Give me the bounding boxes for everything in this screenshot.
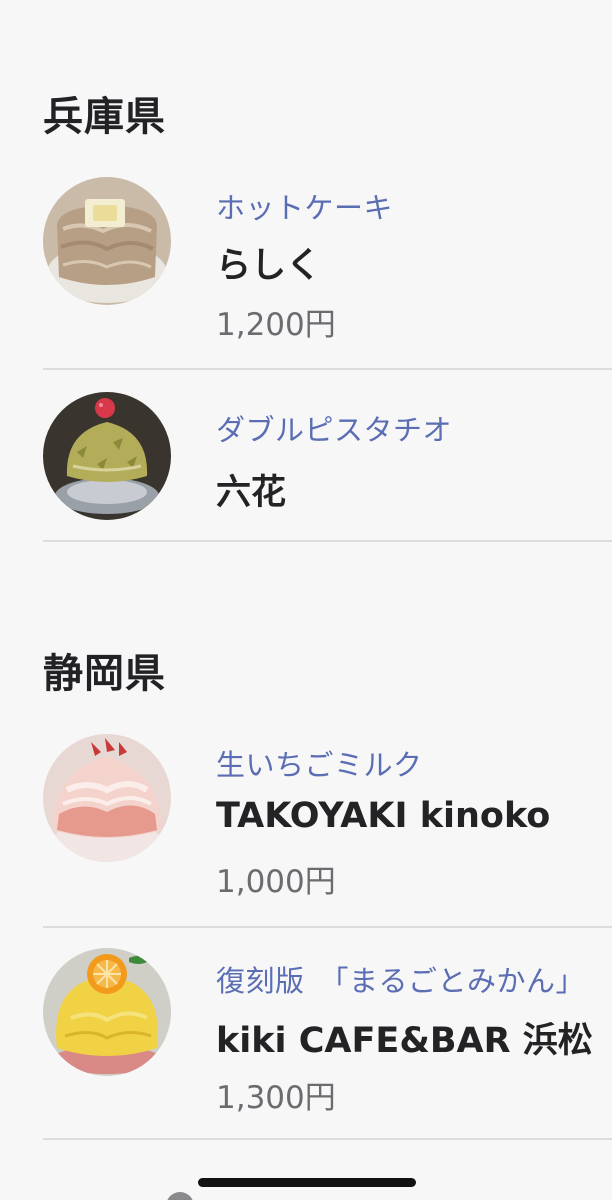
shop-name: 六花 [216,473,287,513]
hotcake-kakigori-photo [43,177,171,305]
strawberry-milk-kakigori-photo [43,734,171,862]
section-title-shizuoka: 静岡県 [43,651,166,697]
price: 1,200円 [216,307,336,343]
shop-name: TAKOYAKI kinoko [216,796,551,836]
pistachio-kakigori-photo [43,392,171,520]
menu-name: 生いちごミルク [216,748,423,782]
list-item[interactable]: ホットケーキ らしく 1,200円 [43,175,612,370]
mandarin-kakigori-photo [43,948,171,1076]
menu-name: ホットケーキ [216,191,394,225]
list-item[interactable]: 復刻版 「まるごとみかん」 kiki CAFE&BAR 浜松 1,300円 [43,928,612,1140]
shop-name: kiki CAFE&BAR 浜松 [216,1021,593,1061]
avatar [166,1192,194,1200]
shop-name: らしく [216,246,322,286]
menu-name: 復刻版 「まるごとみかん」 [216,964,586,998]
menu-name: ダブルピスタチオ [216,413,453,447]
home-indicator[interactable] [198,1178,416,1187]
list-item[interactable]: 生いちごミルク TAKOYAKI kinoko 1,000円 [43,730,612,928]
list-item[interactable]: ダブルピスタチオ 六花 [43,370,612,542]
price: 1,300円 [216,1080,336,1116]
kakigori-list-page: 兵庫県 ホットケーキ らしく 1,200円 ダブルピスタチオ 六花 静岡県 生い… [0,0,612,1200]
section-title-hyogo: 兵庫県 [43,94,166,140]
price: 1,000円 [216,864,336,900]
